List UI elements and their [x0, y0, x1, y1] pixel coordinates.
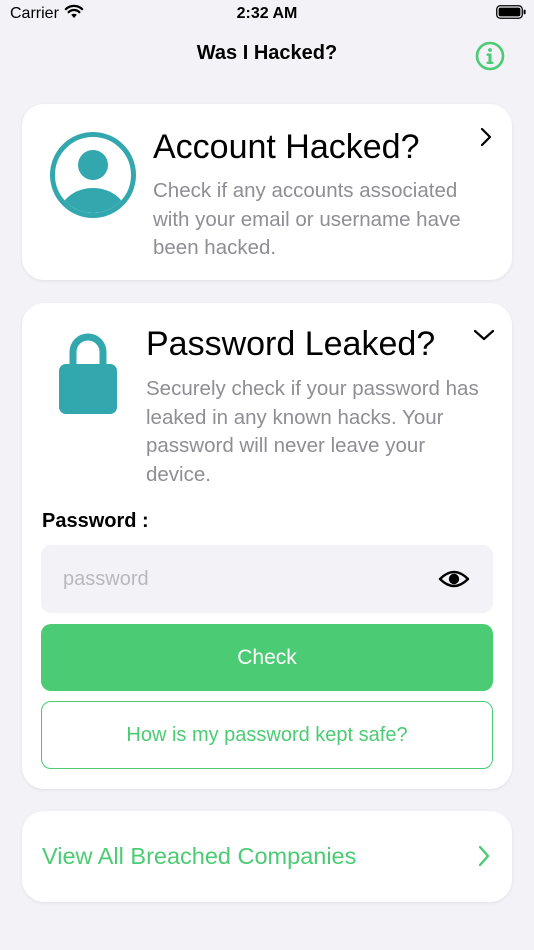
account-hacked-title: Account Hacked?	[153, 128, 420, 166]
password-leaked-description: Securely check if your password has leak…	[146, 377, 479, 486]
password-safety-button[interactable]: How is my password kept safe?	[41, 701, 493, 769]
user-avatar-icon	[50, 132, 136, 218]
password-leaked-title: Password Leaked?	[146, 325, 436, 363]
password-input[interactable]	[41, 545, 443, 613]
view-breached-companies-label: View All Breached Companies	[42, 843, 357, 869]
view-breached-companies-card[interactable]: View All Breached Companies	[22, 811, 512, 902]
password-field-container	[41, 545, 493, 613]
status-bar: Carrier 2:32 AM	[0, 0, 534, 28]
battery-icon	[496, 5, 526, 19]
account-hacked-description: Check if any accounts associated with yo…	[153, 179, 461, 259]
info-icon[interactable]	[474, 40, 506, 72]
lock-icon	[59, 333, 117, 414]
status-time: 2:32 AM	[236, 5, 298, 22]
chevron-down-icon[interactable]	[472, 327, 496, 343]
check-button[interactable]: Check	[41, 624, 493, 691]
chevron-right-icon[interactable]	[478, 126, 494, 148]
eye-icon[interactable]	[438, 567, 470, 591]
password-field-label: Password :	[42, 510, 149, 532]
chevron-right-icon	[478, 845, 490, 867]
account-hacked-card[interactable]: Account Hacked? Check if any accounts as…	[22, 104, 512, 280]
password-leaked-card: Password Leaked? Securely check if your …	[22, 303, 512, 789]
page-title: Was I Hacked?	[196, 42, 338, 64]
